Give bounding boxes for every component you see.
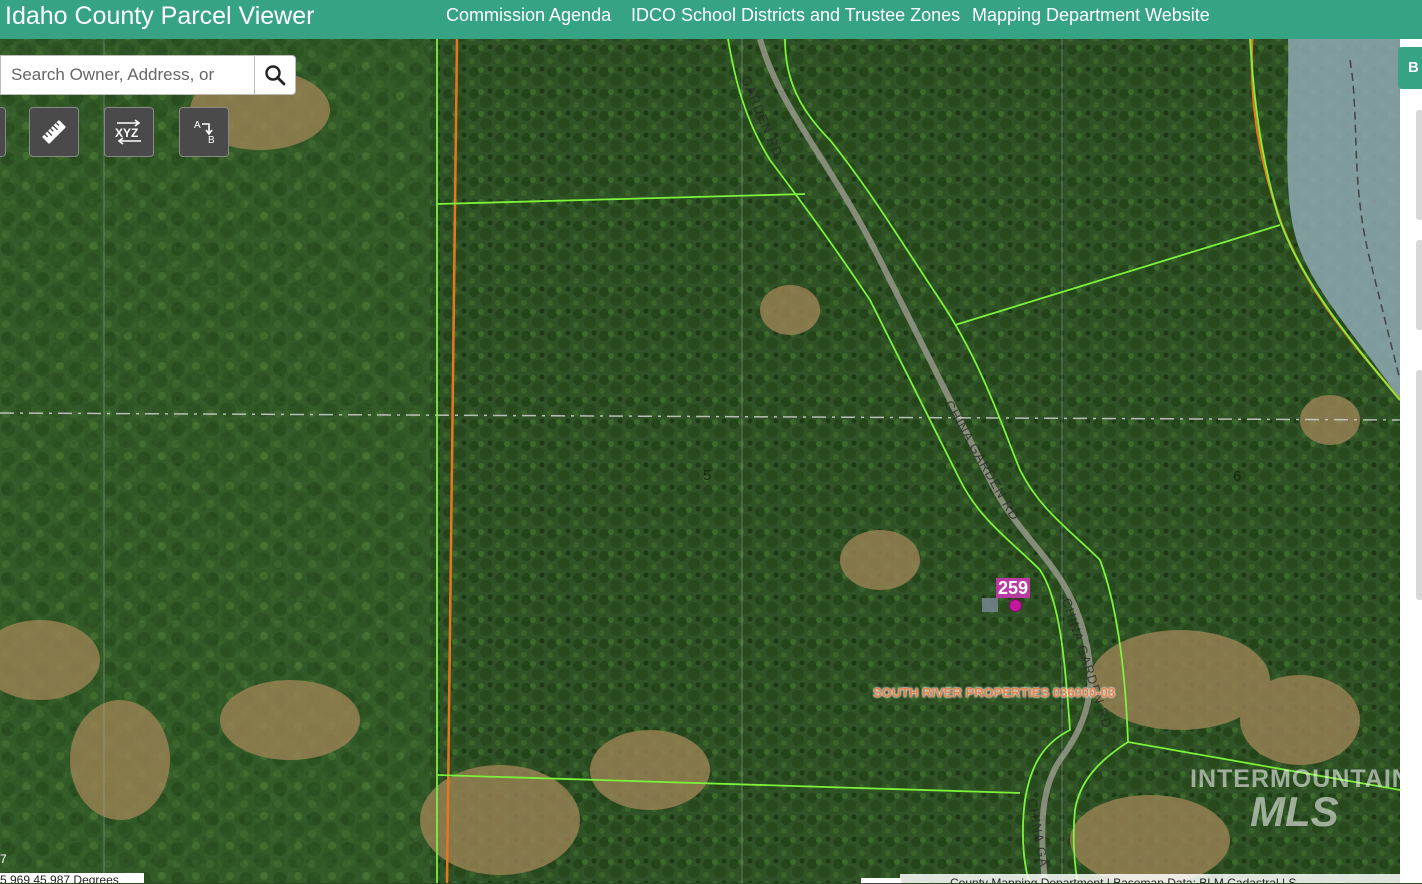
measure-tool-button[interactable] <box>29 107 79 157</box>
watermark-line2: MLS <box>1250 788 1339 835</box>
svg-text:A: A <box>194 120 201 131</box>
a-to-b-icon: A B <box>194 120 215 146</box>
side-panel-widget[interactable] <box>1416 240 1422 330</box>
ruler-icon <box>42 120 66 144</box>
section-number-6: 6 <box>1233 468 1242 485</box>
xyz-icon: XYZ <box>114 117 144 147</box>
aerial-imagery <box>0 39 1400 883</box>
search-box <box>0 55 261 95</box>
app-title: Idaho County Parcel Viewer <box>5 2 315 30</box>
search-input[interactable] <box>1 56 261 94</box>
side-panel-widget[interactable] <box>1416 110 1422 220</box>
scale-bar <box>860 878 902 884</box>
nav-link-mapping-department[interactable]: Mapping Department Website <box>972 4 1210 26</box>
search-icon <box>265 65 286 86</box>
side-panel-widget[interactable] <box>1416 370 1422 600</box>
svg-text:B: B <box>208 135 215 146</box>
tool-button-partial[interactable] <box>0 107 6 157</box>
nav-link-school-districts[interactable]: IDCO School Districts and Trustee Zones <box>631 4 960 26</box>
address-point-marker[interactable] <box>1009 599 1022 612</box>
search-button[interactable] <box>254 55 296 95</box>
header-bar: Idaho County Parcel Viewer Commission Ag… <box>0 0 1422 39</box>
zoom-level-text: 7 <box>0 852 7 866</box>
address-number-label: 259 <box>996 578 1031 598</box>
map-canvas[interactable]: GARDEN RD CHINA GARDEN RD CHINA GARDEN R… <box>0 39 1400 883</box>
nav-link-commission-agenda[interactable]: Commission Agenda <box>446 4 611 26</box>
coordinates-tool-button[interactable]: XYZ <box>104 107 154 157</box>
side-panel-tab[interactable]: B <box>1398 47 1422 89</box>
section-number-5: 5 <box>703 467 712 484</box>
map-attribution: County Mapping Department | Basemap Data… <box>900 874 1400 883</box>
directions-tool-button[interactable]: A B <box>179 107 229 157</box>
mls-watermark: INTERMOUNTAIN MLS <box>1190 765 1411 835</box>
parcel-owner-label: SOUTH RIVER PROPERTIES 036000-03 <box>873 685 1116 700</box>
coordinate-readout: 5 969 45.987 Degrees <box>0 873 144 883</box>
